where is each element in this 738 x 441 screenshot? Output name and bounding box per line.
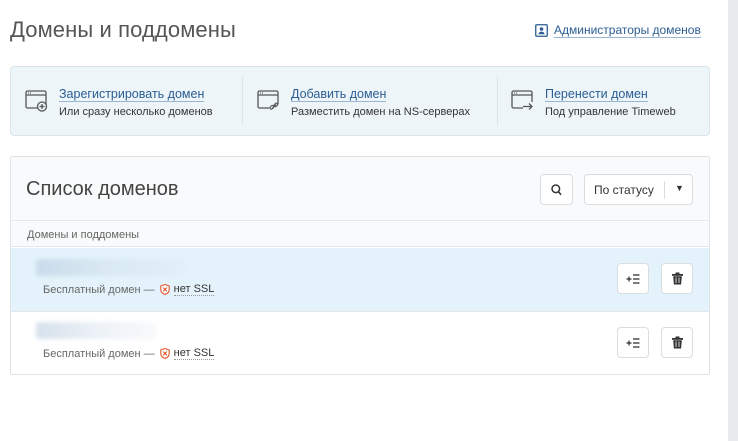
trash-icon (671, 272, 683, 285)
domain-row[interactable]: Бесплатный домен — нет SSL (11, 248, 709, 312)
divider (497, 77, 498, 125)
trash-icon (671, 336, 683, 349)
transfer-domain-subtitle: Под управление Timeweb (545, 105, 676, 118)
register-domain-action[interactable]: Зарегистрировать домен Или сразу несколь… (25, 67, 213, 135)
register-domain-title: Зарегистрировать домен (59, 86, 205, 102)
domain-settings-button[interactable] (617, 327, 649, 358)
delete-domain-button[interactable] (661, 327, 693, 358)
transfer-domain-action[interactable]: Перенести домен Под управление Timeweb (511, 67, 676, 135)
column-header-domains: Домены и поддомены (27, 229, 140, 241)
domain-settings-button[interactable] (617, 263, 649, 294)
browser-link-icon (257, 90, 279, 112)
search-button[interactable] (540, 174, 573, 205)
page-scrollbar[interactable] (728, 0, 738, 441)
domain-type: Бесплатный домен — (43, 347, 155, 360)
domain-admins-label: Администраторы доменов (554, 23, 701, 38)
column-header: Домены и поддомены (11, 222, 709, 247)
domain-name-blurred[interactable] (36, 322, 156, 339)
add-domain-action[interactable]: Добавить домен Разместить домен на NS-се… (257, 67, 470, 135)
ssl-shield-icon (159, 284, 170, 295)
domain-meta: Бесплатный домен — нет SSL (43, 347, 215, 360)
select-divider (664, 181, 665, 199)
domain-actions-panel: Зарегистрировать домен Или сразу несколь… (10, 66, 710, 136)
add-domain-title: Добавить домен (291, 86, 387, 102)
search-icon (551, 183, 562, 195)
domain-meta: Бесплатный домен — нет SSL (43, 283, 215, 296)
domains-list-header: Список доменов По статусу ▼ (11, 157, 709, 221)
browser-transfer-icon (511, 90, 534, 111)
domain-admins-link[interactable]: Администраторы доменов (535, 23, 701, 38)
domain-name-blurred[interactable] (36, 259, 184, 276)
ssl-shield-icon (159, 348, 170, 359)
status-filter-label: По статусу (594, 183, 654, 197)
delete-domain-button[interactable] (661, 263, 693, 294)
domain-row[interactable]: Бесплатный домен — нет SSL (11, 312, 709, 374)
browser-plus-icon (25, 90, 48, 112)
ssl-status-link[interactable]: нет SSL (173, 283, 215, 296)
register-domain-subtitle: Или сразу несколько доменов (59, 105, 213, 118)
chevron-down-icon: ▼ (675, 183, 684, 193)
domain-type: Бесплатный домен — (43, 283, 155, 296)
domains-list-card: Список доменов По статусу ▼ Домены и под… (10, 156, 710, 375)
divider (242, 77, 243, 125)
user-card-icon (535, 24, 548, 37)
add-subdomain-icon (626, 337, 640, 348)
transfer-domain-title: Перенести домен (545, 86, 648, 102)
add-subdomain-icon (626, 273, 640, 284)
status-filter-select[interactable]: По статусу ▼ (584, 174, 693, 205)
ssl-status-link[interactable]: нет SSL (173, 347, 215, 360)
add-domain-subtitle: Разместить домен на NS-серверах (291, 105, 471, 118)
domains-list-title: Список доменов (26, 178, 179, 200)
page-title: Домены и поддомены (10, 17, 236, 42)
